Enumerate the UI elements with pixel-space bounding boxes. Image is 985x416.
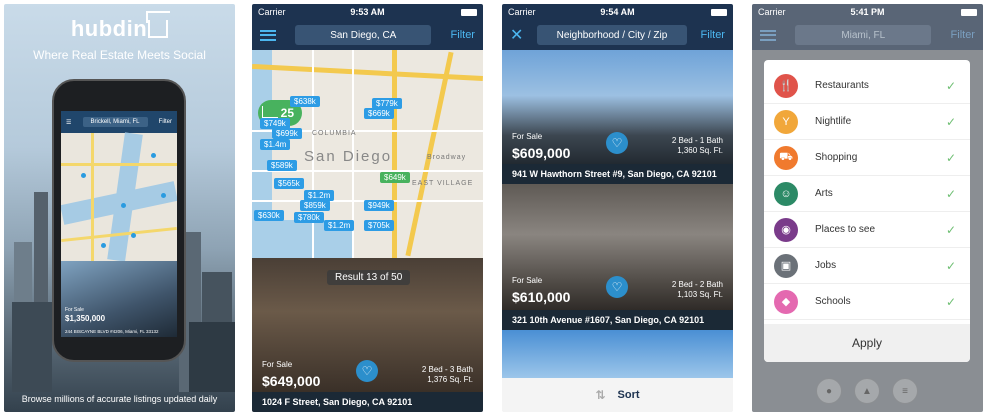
favorite-heart-icon[interactable]: ♡ [606,276,628,298]
promo-footer: Browse millions of accurate listings upd… [21,394,218,404]
camera-icon: ◉ [774,217,798,242]
result-counter: Result 13 of 50 [327,270,411,285]
listing-price: $609,000 [512,145,571,161]
listing-price: $649,000 [262,373,321,389]
price-pin[interactable]: $859k [300,200,330,211]
nav-bar: Miami, FL Filter [752,20,983,50]
price-pin[interactable]: $630k [254,210,284,221]
close-icon[interactable]: ✕ [510,25,523,45]
price-pin[interactable]: $565k [274,178,304,189]
check-icon: ✓ [945,78,956,93]
listing-card[interactable] [502,330,733,378]
check-icon: ✓ [945,186,956,201]
list-icon[interactable]: ≡ [892,378,918,404]
people-icon[interactable]: ● [816,378,842,404]
grad-cap-icon: ◆ [774,289,798,314]
price-pin[interactable]: $669k [364,108,394,119]
price-pin[interactable]: $649k [380,172,410,183]
cart-icon: ⛟ [774,145,798,170]
menu-icon[interactable] [760,29,776,41]
price-pin[interactable]: $949k [364,200,394,211]
search-input[interactable]: San Diego, CA [295,25,432,45]
category-schools[interactable]: ◆ Schools ✓ [764,284,970,320]
price-pin[interactable]: $699k [272,128,302,139]
chart-icon[interactable]: ▲ [854,378,880,404]
listing-price: $610,000 [512,289,571,305]
listing-address: 1024 F Street, San Diego, CA 92101 [252,392,483,412]
briefcase-icon: ▣ [774,253,798,278]
category-arts[interactable]: ☺ Arts ✓ [764,176,970,212]
category-nightlife[interactable]: Y Nightlife ✓ [764,104,970,140]
map-screen: Carrier 9:53 AM San Diego, CA Filter COL… [252,4,483,412]
filter-button[interactable]: Filter [951,29,975,41]
check-icon: ✓ [945,294,956,309]
promo-panel: hubdin Where Real Estate Meets Social ☰ … [4,4,235,412]
listing-address: 321 10th Avenue #1607, San Diego, CA 921… [502,310,733,330]
status-bar: Carrier 9:54 AM [502,4,733,20]
filter-screen: Carrier 5:41 PM Miami, FL Filter 🍴 Resta… [752,4,983,412]
listing-card[interactable]: For Sale $609,000 ♡ 2 Bed - 1 Bath 1,360 … [502,50,733,184]
city-label: San Diego [304,148,393,165]
category-places-to-see[interactable]: ◉ Places to see ✓ [764,212,970,248]
mockup-filter: Filter [158,119,172,125]
favorite-heart-icon[interactable]: ♡ [356,360,378,382]
listing-address: 941 W Hawthorn Street #9, San Diego, CA … [502,164,733,184]
status-bar: Carrier 5:41 PM [752,4,983,20]
menu-icon: ☰ [66,119,72,126]
category-jobs[interactable]: ▣ Jobs ✓ [764,248,970,284]
apply-button[interactable]: Apply [764,324,970,362]
cocktail-icon: Y [774,109,798,134]
menu-icon[interactable] [260,29,276,41]
hubdin-logo: hubdin [4,16,235,42]
listing-card[interactable]: For Sale $610,000 ♡ 2 Bed - 2 Bath 1,103 … [502,184,733,330]
tagline: Where Real Estate Meets Social [33,48,206,62]
fork-knife-icon: 🍴 [774,73,798,98]
house-icon [148,20,169,38]
search-input[interactable]: Miami, FL [795,25,932,45]
mockup-photo: For Sale $1,350,000 244 BISCAYNE BLVD #4… [61,261,177,337]
map-view[interactable]: COLUMBIA Broadway EAST VILLAGE San Diego… [252,50,483,258]
price-pin[interactable]: $705k [364,220,394,231]
listing-card[interactable]: Result 13 of 50 For Sale $649,000 ♡ 2 Be… [252,258,483,412]
sort-icon: ⇅ [595,388,606,402]
list-screen: Carrier 9:54 AM ✕ Neighborhood / City / … [502,4,733,412]
chart-icon [262,106,278,118]
price-pin[interactable]: $1.2m [324,220,355,231]
sort-button[interactable]: Sort [618,389,640,401]
check-icon: ✓ [945,222,956,237]
phone-mockup: ☰ Brickell, Miami, FL Filter For Sale $1… [52,79,186,362]
favorite-heart-icon[interactable]: ♡ [606,132,628,154]
filter-button[interactable]: Filter [451,29,475,41]
filter-button[interactable]: Filter [701,29,725,41]
status-bar: Carrier 9:53 AM [252,4,483,20]
nav-bar: San Diego, CA Filter [252,20,483,50]
sort-bar[interactable]: ⇅ Sort [502,378,733,412]
price-pin[interactable]: $589k [267,160,297,171]
mockup-search: Brickell, Miami, FL [82,117,148,127]
category-shopping[interactable]: ⛟ Shopping ✓ [764,140,970,176]
mockup-screen: ☰ Brickell, Miami, FL Filter For Sale $1… [61,111,177,337]
price-pin[interactable]: $638k [290,96,320,107]
nav-bar: ✕ Neighborhood / City / Zip Filter [502,20,733,50]
mockup-map [61,132,177,262]
price-pin[interactable]: $780k [294,212,324,223]
category-filter-modal: 🍴 Restaurants ✓ Y Nightlife ✓ ⛟ Shopping… [764,60,970,362]
price-pin[interactable]: $1.4m [260,139,291,150]
category-restaurants[interactable]: 🍴 Restaurants ✓ [764,68,970,104]
search-input[interactable]: Neighborhood / City / Zip [536,25,687,45]
masks-icon: ☺ [774,181,798,206]
check-icon: ✓ [945,258,956,273]
check-icon: ✓ [945,114,956,129]
check-icon: ✓ [945,150,956,165]
